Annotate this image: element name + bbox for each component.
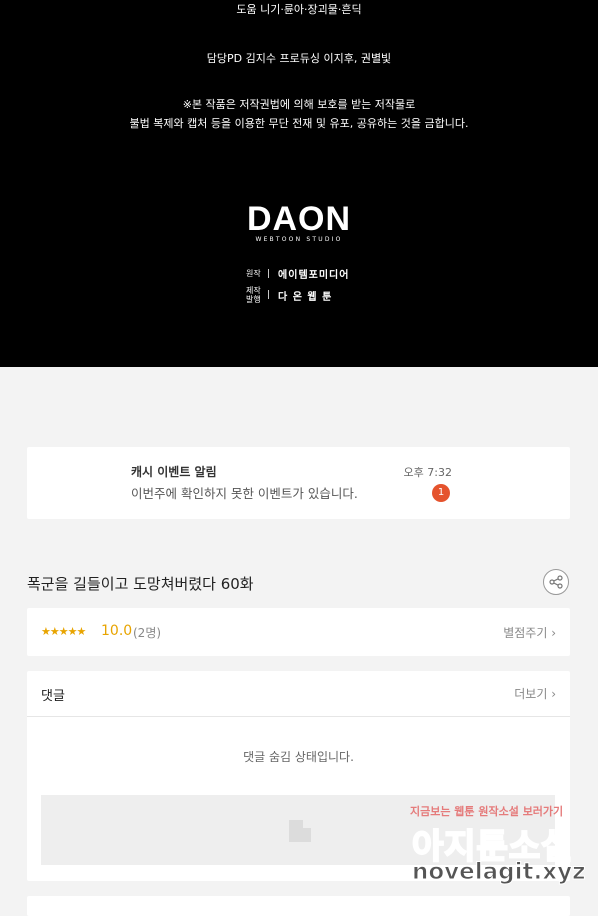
divider [27, 716, 570, 717]
watermark-line1: 지금보는 웹툰 원작소설 보러가기 [410, 805, 564, 818]
rating-score: 10.0 [101, 623, 133, 639]
original-label: 원작 [246, 269, 261, 278]
credit-help: 도움 니기·륜아·장괴물·흔딕 [236, 3, 362, 16]
production-label: 제작 발행 [246, 286, 261, 304]
episode-title: 폭군을 길들이고 도망쳐버렸다 60화 [27, 575, 254, 593]
logo-sub-text: WEBTOON STUDIO [255, 236, 343, 243]
logo-main-text: DAON [246, 200, 352, 238]
notification-message: 이번주에 확인하지 못한 이벤트가 있습니다. [131, 486, 358, 501]
rating-bar: ★★★★★ 10.0 (2명) 별점주기 › [27, 608, 570, 656]
copyright-notice-line1: ※본 작품은 저작권법에 의해 보호를 받는 저작물로 [182, 98, 416, 111]
production-row: 제작 발행 | 다 온 웹 툰 [246, 286, 332, 304]
notification-badge: 1 [432, 484, 450, 502]
share-icon [549, 575, 563, 589]
notification-title: 캐시 이벤트 알림 [131, 465, 217, 479]
star-rating-icon: ★★★★★ [41, 625, 86, 638]
original-row: 원작 | 에이템포미디어 [246, 266, 350, 282]
separator: | [267, 268, 271, 279]
comments-more-button[interactable]: 더보기 › [514, 685, 556, 702]
original-value: 에이템포미디어 [278, 270, 350, 281]
watermark-line3: novelagit.xyz [411, 859, 586, 886]
comments-header: 댓글 [41, 689, 65, 704]
give-rating-button[interactable]: 별점주기 › [503, 624, 556, 641]
production-value: 다 온 웹 툰 [278, 291, 333, 303]
copyright-notice-line2: 불법 복제와 캡처 등을 이용한 무단 전재 및 유포, 공유하는 것을 금합니… [129, 117, 469, 130]
site-watermark: 지금보는 웹툰 원작소설 보러가기 아지툰소설 novelagit.xyz [408, 803, 588, 895]
comments-hidden-message: 댓글 숨김 상태입니다. [243, 750, 354, 764]
credits-section: 도움 니기·륜아·장괴물·흔딕 담당PD 김지수 프로듀싱 이지후, 권별빛 ※… [0, 0, 598, 367]
notification-time: 오후 7:32 [403, 466, 452, 479]
studio-logo: DAON WEBTOON STUDIO [0, 202, 598, 243]
separator: | [267, 290, 271, 300]
share-button[interactable] [543, 569, 569, 595]
placeholder-image-icon [289, 820, 311, 842]
next-card [27, 896, 570, 916]
rating-count: (2명) [133, 626, 162, 640]
event-notification[interactable]: 캐시 이벤트 알림 이번주에 확인하지 못한 이벤트가 있습니다. 오후 7:3… [27, 447, 570, 519]
credit-staff: 담당PD 김지수 프로듀싱 이지후, 권별빛 [206, 52, 392, 65]
